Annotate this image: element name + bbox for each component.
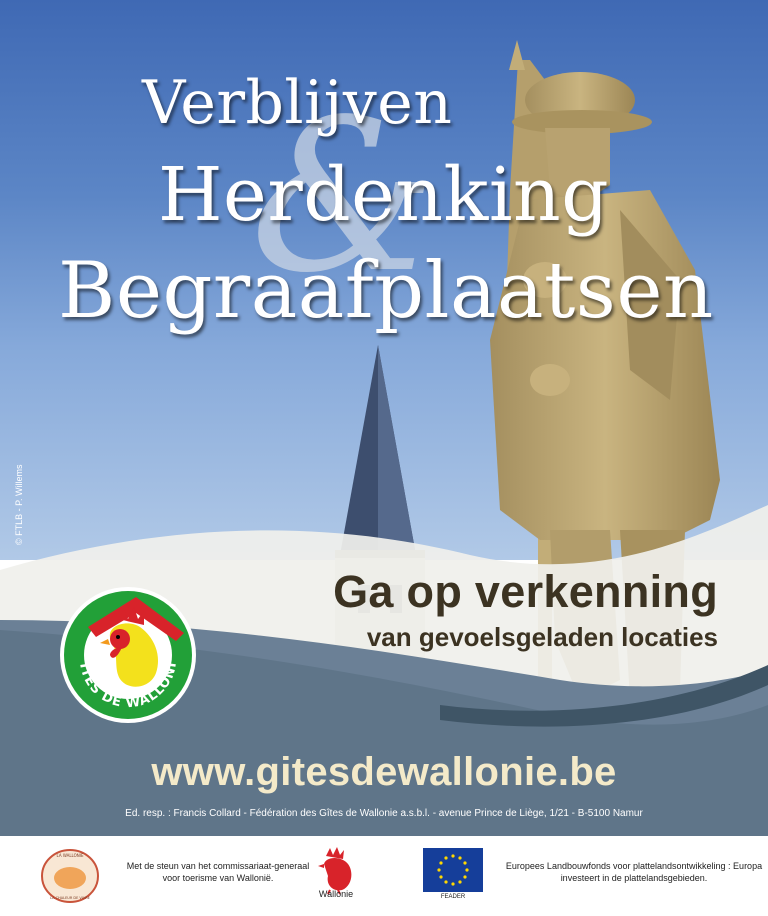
tagline-main: Ga op verkenning <box>333 566 718 617</box>
title-herdenking: Herdenking <box>158 152 610 238</box>
wallonie-tourism-logo: LA WALLONIE LA CHALEUR DE VIVRE <box>41 849 99 903</box>
svg-text:LA WALLONIE: LA WALLONIE <box>57 853 84 858</box>
tagline-sub: van gevoelsgeladen locaties <box>366 622 718 652</box>
eu-flag-icon <box>423 848 483 892</box>
gites-de-wallonie-logo: GITES DE WALLONIE <box>58 585 196 723</box>
support-text: Met de steun van het commissariaat-gener… <box>126 861 310 883</box>
editor-responsible: Ed. resp. : Francis Collard - Fédération… <box>125 808 643 819</box>
wallonie-label: Wallonie <box>318 889 354 899</box>
eafrd-text: Europees Landbouwfonds voor plattelandso… <box>505 861 763 883</box>
footer: LA WALLONIE LA CHALEUR DE VIVRE Met de s… <box>0 836 768 916</box>
title-verblijven: Verblijven <box>142 68 453 138</box>
poster: & Verblijven Herdenking Begraafplaatsen … <box>0 0 768 916</box>
website-url[interactable]: www.gitesdewallonie.be <box>0 750 768 795</box>
title-begraafplaatsen: Begraafplaatsen <box>58 246 714 336</box>
svg-text:LA CHALEUR DE VIVRE: LA CHALEUR DE VIVRE <box>50 896 90 900</box>
feader-label: FEADER <box>440 894 466 900</box>
